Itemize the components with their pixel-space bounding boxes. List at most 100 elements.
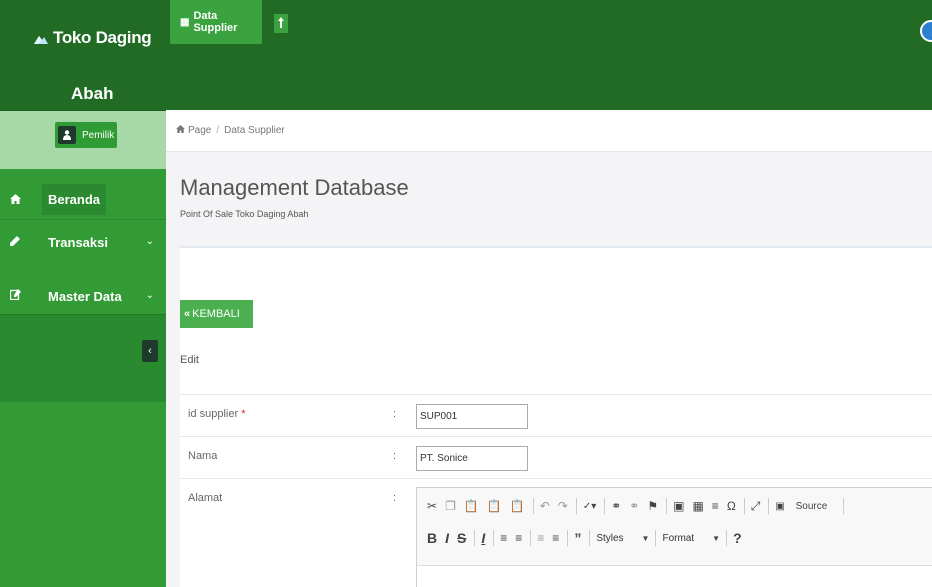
toolbar-separator (768, 498, 770, 514)
anchor-flag-icon[interactable]: ⚑ (647, 499, 658, 513)
sidebar-item-transaksi[interactable]: Transaksi ⌄ (0, 222, 166, 262)
nama-label: Nama (188, 450, 218, 462)
id-supplier-field[interactable]: SUP001 (416, 404, 528, 429)
bold-icon[interactable]: B (427, 530, 437, 546)
pencil-icon (10, 235, 26, 249)
bulleted-list-icon[interactable]: ≡ (515, 531, 522, 545)
brand-line1-text: Toko Daging (53, 28, 152, 47)
user-role-label: Pemilik (82, 129, 115, 141)
cut-icon[interactable]: ✂ (427, 499, 437, 513)
back-button-label: KEMBALI (192, 308, 240, 320)
sidebar-item-beranda[interactable]: Beranda (0, 180, 166, 220)
brand-title[interactable]: Toko Daging (34, 28, 152, 49)
page-title: Management Database (180, 175, 409, 200)
toolbar-separator (474, 530, 476, 546)
unlink-icon[interactable]: ⚭ (629, 499, 639, 513)
numbered-list-icon[interactable]: ≡ (500, 531, 507, 545)
horizontal-line-icon[interactable]: ≡ (712, 499, 719, 513)
tab-data-supplier[interactable]: ▦ Data Supplier (170, 0, 262, 44)
nama-field[interactable]: PT. Sonice (416, 446, 528, 471)
breadcrumb-current: Data Supplier (224, 125, 285, 136)
mountain-logo-icon (34, 29, 48, 49)
topbar: ▦ Data Supplier (166, 0, 932, 110)
sidebar-item-master-data[interactable]: Master Data ⌄ (0, 276, 166, 316)
styles-label: Styles (596, 532, 624, 544)
remove-format-icon[interactable]: I (481, 530, 485, 546)
redo-icon[interactable]: ↷ (558, 499, 568, 513)
strikethrough-icon[interactable]: S (457, 530, 466, 546)
editor-body[interactable] (417, 565, 932, 587)
editor-toolbar-row-2: B I S I ≡ ≡ ≡ ≡ ” Styles ▼ Format ▼ ? (427, 528, 750, 548)
chevron-down-icon: ⌄ (145, 236, 154, 247)
notification-button[interactable] (274, 14, 288, 33)
section-label: Edit (180, 354, 199, 366)
chevron-down-icon[interactable]: ▼ (712, 534, 720, 543)
main-content: Management Database Point Of Sale Toko D… (166, 152, 932, 587)
link-icon[interactable]: ⚭ (611, 499, 621, 513)
breadcrumb-page[interactable]: Page (188, 125, 211, 136)
edit-card: « KEMBALI Edit id supplier * : SUP001 Na… (180, 246, 932, 587)
home-icon (10, 193, 26, 207)
colon: : (393, 408, 397, 420)
tab-label: Data Supplier (193, 10, 238, 34)
table-icon[interactable]: ▦ (692, 499, 703, 513)
avatar[interactable] (920, 20, 932, 42)
spellcheck-icon[interactable]: ✓▾ (583, 501, 596, 512)
back-button[interactable]: « KEMBALI (180, 300, 253, 328)
paste-icon[interactable]: 📋 (464, 499, 479, 513)
user-role-badge[interactable]: Pemilik (55, 122, 117, 148)
colon: : (393, 450, 397, 462)
user-panel: Pemilik (0, 110, 166, 169)
outdent-icon[interactable]: ≡ (537, 531, 544, 545)
user-icon (58, 126, 76, 144)
form-row-id-supplier: id supplier * : SUP001 (180, 394, 932, 436)
alamat-rich-text-editor[interactable]: ✂ ❐ 📋 📋 📋 ↶ ↷ ✓▾ ⚭ ⚭ ⚑ ▣ ▦ ≡ Ω ⤢ ▣ Sourc… (416, 487, 932, 587)
source-button[interactable]: ▣ Source (775, 501, 835, 512)
undo-icon[interactable]: ↶ (540, 499, 550, 513)
sidebar-item-label: Beranda (42, 184, 107, 215)
toolbar-separator (567, 530, 569, 546)
blockquote-icon[interactable]: ” (574, 530, 581, 546)
toolbar-separator (666, 498, 668, 514)
paste-text-icon[interactable]: 📋 (487, 499, 502, 513)
chevron-down-icon: ⌄ (145, 290, 154, 301)
help-icon[interactable]: ? (733, 530, 742, 546)
breadcrumb: Page / Data Supplier (166, 110, 932, 152)
maximize-icon[interactable]: ⤢ (751, 499, 761, 514)
sidebar-item-label: Master Data (48, 288, 122, 304)
editor-toolbar-row-1: ✂ ❐ 📋 📋 📋 ↶ ↷ ✓▾ ⚭ ⚭ ⚑ ▣ ▦ ≡ Ω ⤢ ▣ Sourc… (427, 496, 850, 516)
edit-icon (9, 289, 26, 303)
toolbar-separator (843, 498, 845, 514)
sidebar-footer: ‹ (0, 314, 166, 402)
chevron-left-icon: ‹ (148, 345, 152, 357)
sidebar-item-label: Transaksi (48, 234, 108, 250)
double-chevron-left-icon: « (184, 308, 191, 320)
image-icon[interactable]: ▣ (673, 499, 684, 513)
toolbar-separator (589, 530, 591, 546)
brand-line2: Abah (71, 84, 114, 103)
toolbar-separator (743, 498, 745, 514)
special-char-icon[interactable]: Ω (727, 499, 736, 513)
document-icon: ▦ (180, 16, 190, 28)
italic-icon[interactable]: I (445, 530, 449, 546)
colon: : (393, 492, 397, 504)
copy-icon[interactable]: ❐ (445, 499, 456, 513)
sidebar: Toko Daging Abah Pemilik Beranda Transak… (0, 0, 166, 587)
styles-dropdown[interactable]: Styles (596, 533, 631, 544)
chevron-down-icon[interactable]: ▼ (642, 534, 650, 543)
paste-word-icon[interactable]: 📋 (510, 499, 525, 513)
toolbar-separator (604, 498, 606, 514)
format-label: Format (662, 532, 695, 544)
source-label: Source (795, 500, 828, 512)
brand: Toko Daging Abah (0, 0, 166, 110)
format-dropdown[interactable]: Format (662, 533, 702, 544)
required-mark: * (241, 408, 246, 420)
breadcrumb-separator: / (216, 125, 220, 136)
id-supplier-label: id supplier * (188, 408, 245, 420)
id-supplier-label-text: id supplier (188, 408, 239, 420)
form-row-alamat: Alamat : ✂ ❐ 📋 📋 📋 ↶ ↷ ✓▾ ⚭ ⚭ ⚑ ▣ ▦ ≡ Ω … (180, 478, 932, 587)
sidebar-collapse-button[interactable]: ‹ (142, 340, 158, 362)
home-icon (176, 125, 185, 136)
toolbar-separator (532, 498, 534, 514)
indent-icon[interactable]: ≡ (552, 531, 559, 545)
